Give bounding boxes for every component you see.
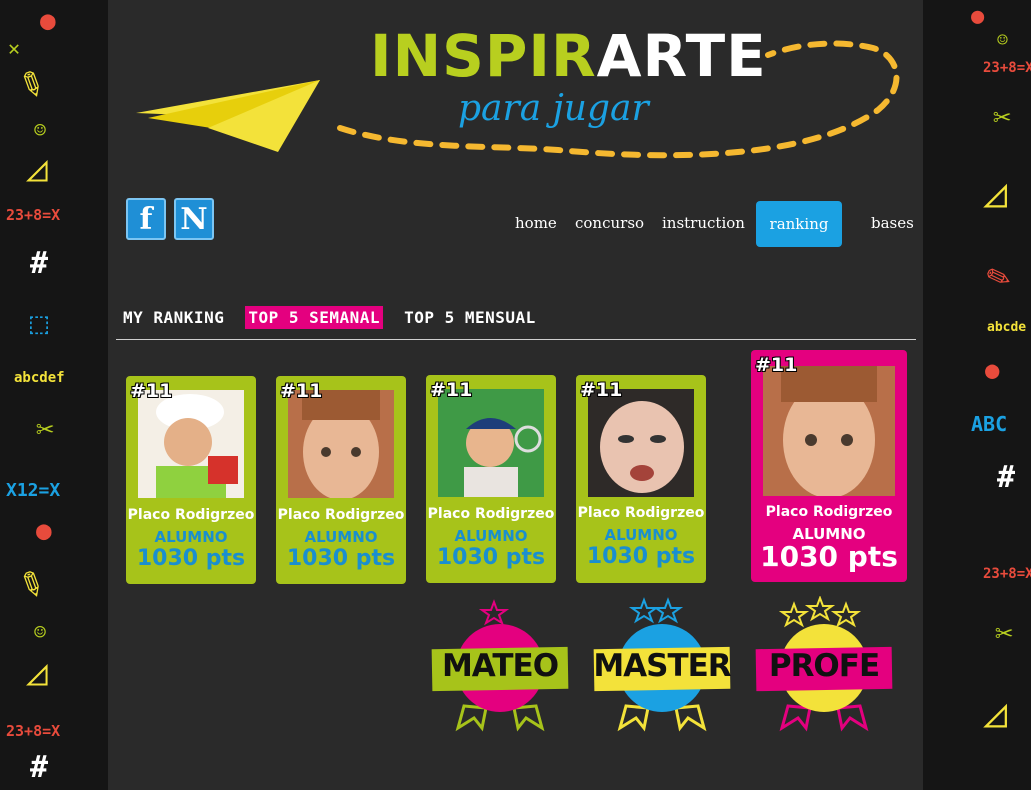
card-name: Placo Rodigrzeo	[577, 505, 705, 521]
math-doodle-text-2: X12=X	[6, 480, 61, 501]
card-points: 1030 pts	[586, 544, 696, 569]
tictactoe-doodle-icon-3: #	[997, 460, 1016, 495]
rank-label: #11	[580, 379, 623, 401]
apple-doodle-icon-3: ●	[971, 4, 985, 29]
card-points: 1030 pts	[286, 546, 396, 571]
rank-label: #11	[280, 380, 323, 402]
scissors-doodle-icon: ✂	[36, 412, 55, 447]
abc-doodle-text: abcdef	[14, 370, 65, 386]
avatar	[763, 366, 895, 496]
n-social-button[interactable]: N	[174, 198, 214, 240]
apple-doodle-icon: ●	[40, 6, 56, 36]
set-square-doodle-icon-2: ◿	[26, 652, 48, 693]
nav-ranking[interactable]: ranking	[756, 201, 842, 247]
pencil-doodle-icon-3: ✎	[980, 253, 1016, 300]
scissors-doodle-icon-3: ✂	[995, 616, 1014, 651]
badge-label: PROFE	[768, 648, 880, 684]
card-role: ALUMNO	[304, 528, 378, 546]
rank-label: #11	[130, 380, 173, 402]
badge-label: MASTER	[593, 648, 731, 684]
logo-subtitle: para jugar	[458, 88, 649, 129]
smiley-doodle-icon-2: ☺	[34, 620, 47, 644]
ranking-card-4[interactable]: #11 Placo Rodigrzeo ALUMNO 1030 pts	[576, 375, 706, 583]
card-role: ALUMNO	[154, 528, 228, 546]
ranking-card-2[interactable]: #11 Placo Rodigrzeo ALUMNO 1030 pts	[276, 376, 406, 584]
nav-home[interactable]: home	[515, 200, 557, 246]
badge-master[interactable]: MASTER	[592, 596, 732, 736]
tab-top5-mensual[interactable]: TOP 5 MENSUAL	[401, 306, 539, 329]
apple-doodle-icon-2: ●	[36, 516, 52, 546]
smiley-doodle-icon: ☺	[34, 118, 47, 142]
ranking-card-5-highlight[interactable]: #11 Placo Rodigrzeo ALUMNO 1030 pts	[751, 350, 907, 582]
card-name: Placo Rodigrzeo	[277, 507, 405, 523]
social-links: f N	[126, 198, 214, 240]
set-square-doodle-icon: ◿	[26, 148, 48, 189]
scissors-doodle-icon-2: ✂	[993, 100, 1012, 135]
x-doodle-icon: ✕	[8, 36, 21, 60]
card-points: 1030 pts	[760, 540, 898, 573]
ranking-card-3[interactable]: #11 Placo Rodigrzeo ALUMNO 1030 pts	[426, 375, 556, 583]
card-role: ALUMNO	[454, 527, 528, 545]
nav-instruction[interactable]: instruction	[662, 200, 745, 246]
badge-mateo[interactable]: MATEO	[430, 596, 570, 736]
math-doodle-text-1: 23+8=X	[6, 206, 61, 224]
card-points: 1030 pts	[136, 546, 246, 571]
card-role: ALUMNO	[604, 526, 678, 544]
card-name: Placo Rodigrzeo	[127, 507, 255, 523]
avatar	[288, 390, 394, 498]
card-name: Placo Rodigrzeo	[765, 504, 893, 520]
set-square-doodle-icon-3: ◿	[983, 170, 1008, 216]
rank-label: #11	[430, 379, 473, 401]
badge-profe[interactable]: PROFE	[754, 595, 894, 736]
abc-doodle-text-3: ABC	[971, 412, 1008, 436]
tab-my-ranking[interactable]: MY RANKING	[120, 306, 227, 329]
cube-doodle-icon: ⬚	[30, 306, 49, 341]
set-square-doodle-icon-4: ◿	[983, 690, 1008, 736]
ranking-card-1[interactable]: #11 Placo Rodigrzeo ALUMNO 1030 pts	[126, 376, 256, 584]
facebook-icon: f	[139, 201, 153, 237]
nav-concurso[interactable]: concurso	[575, 200, 644, 246]
main-nav: home concurso instruction ranking bases	[488, 200, 918, 247]
badge-label: MATEO	[441, 648, 559, 684]
nav-bases[interactable]: bases	[871, 200, 914, 246]
logo-title: INSPIRARTE	[370, 22, 767, 90]
math-doodle-text-5: 23+8=X	[983, 566, 1031, 582]
ranking-tabs: MY RANKING TOP 5 SEMANAL TOP 5 MENSUAL	[120, 306, 539, 329]
tictactoe-doodle-icon: #	[30, 246, 49, 281]
facebook-button[interactable]: f	[126, 198, 166, 240]
main-content: INSPIRARTE para jugar f N home concurso …	[108, 0, 923, 790]
pencil-doodle-icon: ✎	[11, 57, 53, 109]
pencil-doodle-icon-2: ✎	[11, 557, 53, 609]
math-doodle-text-3: 23+8=X	[6, 722, 61, 740]
tab-top5-semanal[interactable]: TOP 5 SEMANAL	[245, 306, 384, 329]
rank-label: #11	[755, 354, 798, 376]
card-name: Placo Rodigrzeo	[427, 506, 555, 522]
tictactoe-doodle-icon-2: #	[30, 750, 49, 785]
apple-doodle-icon-4: ●	[985, 356, 1000, 384]
abc-doodle-text-2: abcde	[987, 320, 1027, 335]
avatar	[588, 389, 694, 497]
tabs-divider	[116, 339, 916, 340]
left-doodle-panel: ● ✕ ✎ ☺ ◿ 23+8=X # ⬚ abcdef ✂ X12=X ● ✎ …	[0, 0, 108, 790]
math-doodle-text-4: 23+8=X	[983, 60, 1031, 76]
right-doodle-panel: ● ☺ 23+8=X ✂ ◿ ✎ abcde ● ABC # 23+8=X ✂ …	[923, 0, 1031, 790]
card-points: 1030 pts	[436, 545, 546, 570]
n-social-icon: N	[180, 201, 208, 237]
smiley-doodle-icon-3: ☺	[997, 30, 1008, 51]
avatar	[138, 390, 244, 498]
avatar	[438, 389, 544, 497]
